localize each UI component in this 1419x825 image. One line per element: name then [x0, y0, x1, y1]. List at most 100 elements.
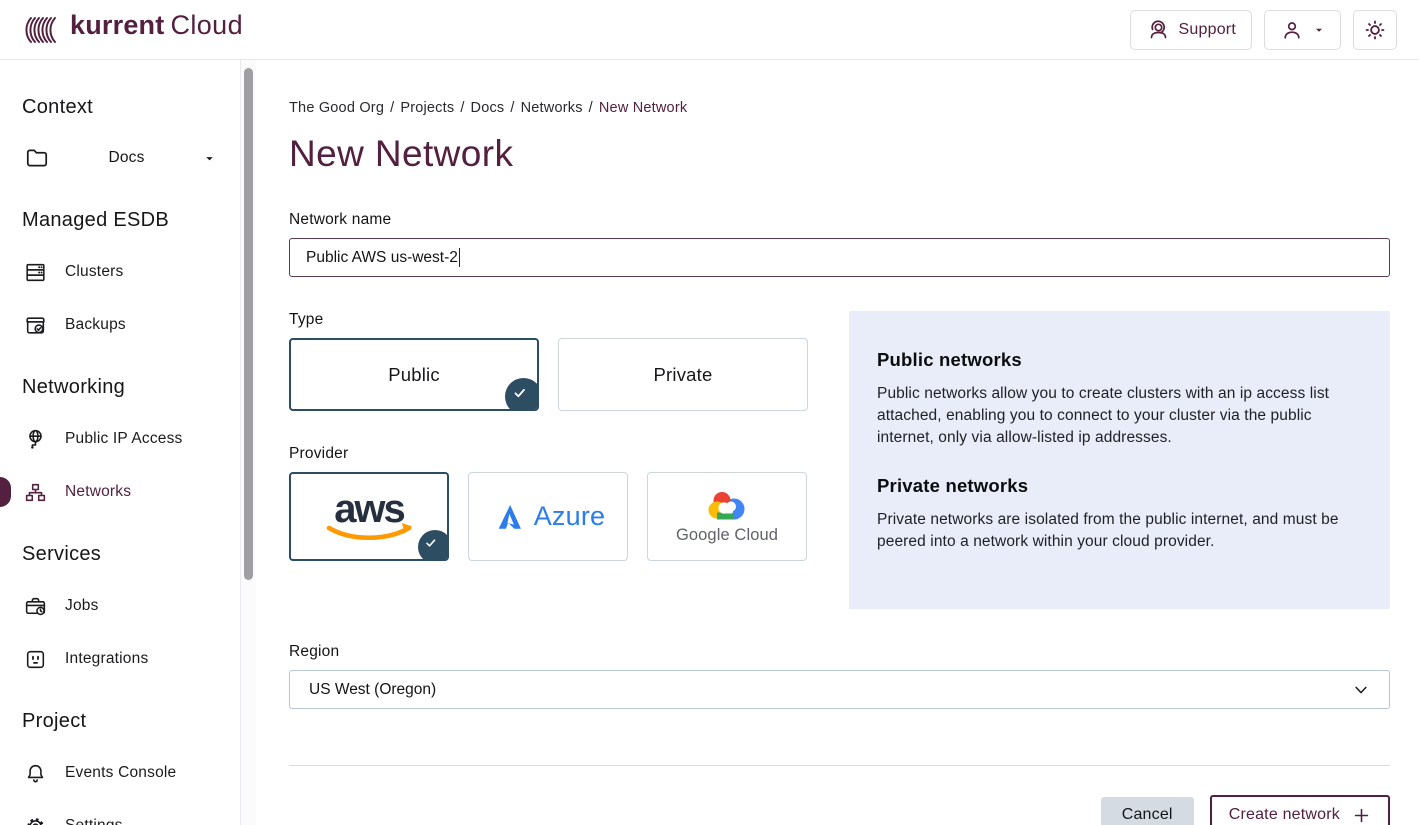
azure-label: Azure: [534, 501, 606, 532]
briefcase-clock-icon: [22, 593, 48, 619]
sidebar-item-label: Jobs: [65, 597, 99, 615]
type-label: Type: [289, 311, 808, 329]
logo-text-secondary: Cloud: [170, 10, 243, 41]
type-option-public[interactable]: Public: [289, 338, 539, 411]
check-icon: [418, 530, 449, 561]
breadcrumb-org[interactable]: The Good Org: [289, 100, 384, 116]
gear-icon: [22, 813, 48, 825]
sidebar-scrollbar-track: [240, 60, 256, 825]
info-heading-private: Private networks: [877, 475, 1352, 497]
provider-option-azure[interactable]: Azure: [468, 472, 628, 561]
sidebar-heading-context: Context: [22, 96, 228, 119]
info-body-private: Private networks are isolated from the p…: [877, 509, 1352, 553]
person-icon: [1280, 18, 1304, 42]
sidebar-item-integrations[interactable]: Integrations: [22, 646, 228, 672]
sidebar-item-events-console[interactable]: Events Console: [22, 760, 228, 786]
backup-box-icon: [22, 312, 48, 338]
region-label: Region: [289, 643, 1390, 661]
region-selected-value: US West (Oregon): [309, 681, 436, 699]
sitemap-icon: [22, 479, 48, 505]
sidebar-item-label: Clusters: [65, 263, 123, 281]
sun-icon: [1362, 17, 1388, 43]
sidebar-item-label: Settings: [65, 817, 123, 825]
sidebar-heading-project: Project: [22, 710, 228, 733]
chevron-down-icon: [1352, 681, 1370, 699]
page-title: New Network: [289, 133, 1390, 175]
folder-icon: [24, 145, 50, 171]
info-heading-public: Public networks: [877, 349, 1352, 371]
aws-logo: aws: [313, 486, 425, 548]
bell-icon: [22, 760, 48, 786]
cancel-button[interactable]: Cancel: [1101, 797, 1194, 825]
provider-label: Provider: [289, 445, 808, 463]
support-button-label: Support: [1179, 21, 1236, 39]
headset-icon: [1146, 18, 1170, 42]
type-option-label: Private: [654, 364, 713, 386]
theme-toggle-button[interactable]: [1353, 10, 1397, 50]
main-content: The Good Org / Projects / Docs / Networks / New …: [256, 60, 1419, 825]
kurrent-waves-icon: [24, 10, 64, 50]
check-icon: [505, 378, 539, 411]
sidebar-item-label: Public IP Access: [65, 430, 183, 448]
sidebar-item-networks[interactable]: Networks: [22, 479, 228, 505]
logo-text-primary: kurrent: [70, 10, 164, 41]
breadcrumb-separator: /: [390, 100, 394, 116]
sidebar-item-label: Backups: [65, 316, 126, 334]
outlet-icon: [22, 646, 48, 672]
type-option-private[interactable]: Private: [558, 338, 808, 411]
sidebar-item-label: Events Console: [65, 764, 176, 782]
azure-logo: Azure: [491, 501, 606, 533]
context-selected-label: Docs: [108, 149, 144, 167]
caret-down-icon: [203, 152, 216, 165]
sidebar-heading-services: Services: [22, 543, 228, 566]
plus-icon: [1352, 806, 1371, 825]
breadcrumb-separator: /: [460, 100, 464, 116]
header-actions: Support: [1130, 10, 1397, 50]
form-divider: [289, 765, 1390, 766]
text-cursor: [459, 248, 461, 267]
sidebar-item-label: Networks: [65, 483, 131, 501]
sidebar-item-label: Integrations: [65, 650, 148, 668]
sidebar-heading-managed-esdb: Managed ESDB: [22, 209, 228, 232]
create-network-label: Create network: [1229, 806, 1340, 824]
network-name-value: Public AWS us-west-2: [306, 249, 458, 267]
sidebar-item-clusters[interactable]: Clusters: [22, 259, 228, 285]
info-body-public: Public networks allow you to create clus…: [877, 383, 1352, 449]
globe-node-icon: [22, 426, 48, 452]
server-icon: [22, 259, 48, 285]
app-logo[interactable]: kurrent Cloud: [24, 10, 243, 50]
network-name-input[interactable]: Public AWS us-west-2: [289, 238, 1390, 277]
sidebar: Context Docs Managed ESDB Clusters: [0, 60, 256, 825]
caret-down-icon: [1313, 24, 1325, 36]
breadcrumb-project[interactable]: Docs: [471, 100, 505, 116]
provider-option-aws[interactable]: aws: [289, 472, 449, 561]
form-actions: Cancel Create network: [289, 795, 1390, 825]
breadcrumb-current: New Network: [599, 100, 687, 116]
region-select[interactable]: US West (Oregon): [289, 670, 1390, 709]
sidebar-item-backups[interactable]: Backups: [22, 312, 228, 338]
create-network-button[interactable]: Create network: [1210, 795, 1390, 825]
sidebar-heading-networking: Networking: [22, 376, 228, 399]
sidebar-item-settings[interactable]: Settings: [22, 813, 228, 825]
sidebar-item-public-ip-access[interactable]: Public IP Access: [22, 426, 228, 452]
user-menu-button[interactable]: [1264, 10, 1341, 50]
azure-icon: [491, 501, 525, 533]
breadcrumb-networks[interactable]: Networks: [521, 100, 583, 116]
breadcrumb-projects[interactable]: Projects: [400, 100, 454, 116]
app-header: kurrent Cloud Support: [0, 0, 1419, 60]
google-cloud-icon: [704, 488, 750, 524]
google-cloud-logo: Google Cloud: [676, 488, 778, 545]
context-selector[interactable]: Docs: [24, 145, 216, 171]
svg-text:aws: aws: [334, 487, 404, 531]
google-cloud-label: Google Cloud: [676, 526, 778, 545]
sidebar-item-jobs[interactable]: Jobs: [22, 593, 228, 619]
provider-option-google-cloud[interactable]: Google Cloud: [647, 472, 807, 561]
network-type-info-panel: Public networks Public networks allow yo…: [849, 311, 1390, 609]
support-button[interactable]: Support: [1130, 10, 1252, 50]
breadcrumb: The Good Org / Projects / Docs / Networks / New …: [289, 100, 1390, 116]
breadcrumb-separator: /: [589, 100, 593, 116]
type-option-label: Public: [388, 364, 440, 386]
breadcrumb-separator: /: [510, 100, 514, 116]
sidebar-scrollbar-thumb[interactable]: [244, 68, 253, 580]
network-name-label: Network name: [289, 211, 1390, 229]
